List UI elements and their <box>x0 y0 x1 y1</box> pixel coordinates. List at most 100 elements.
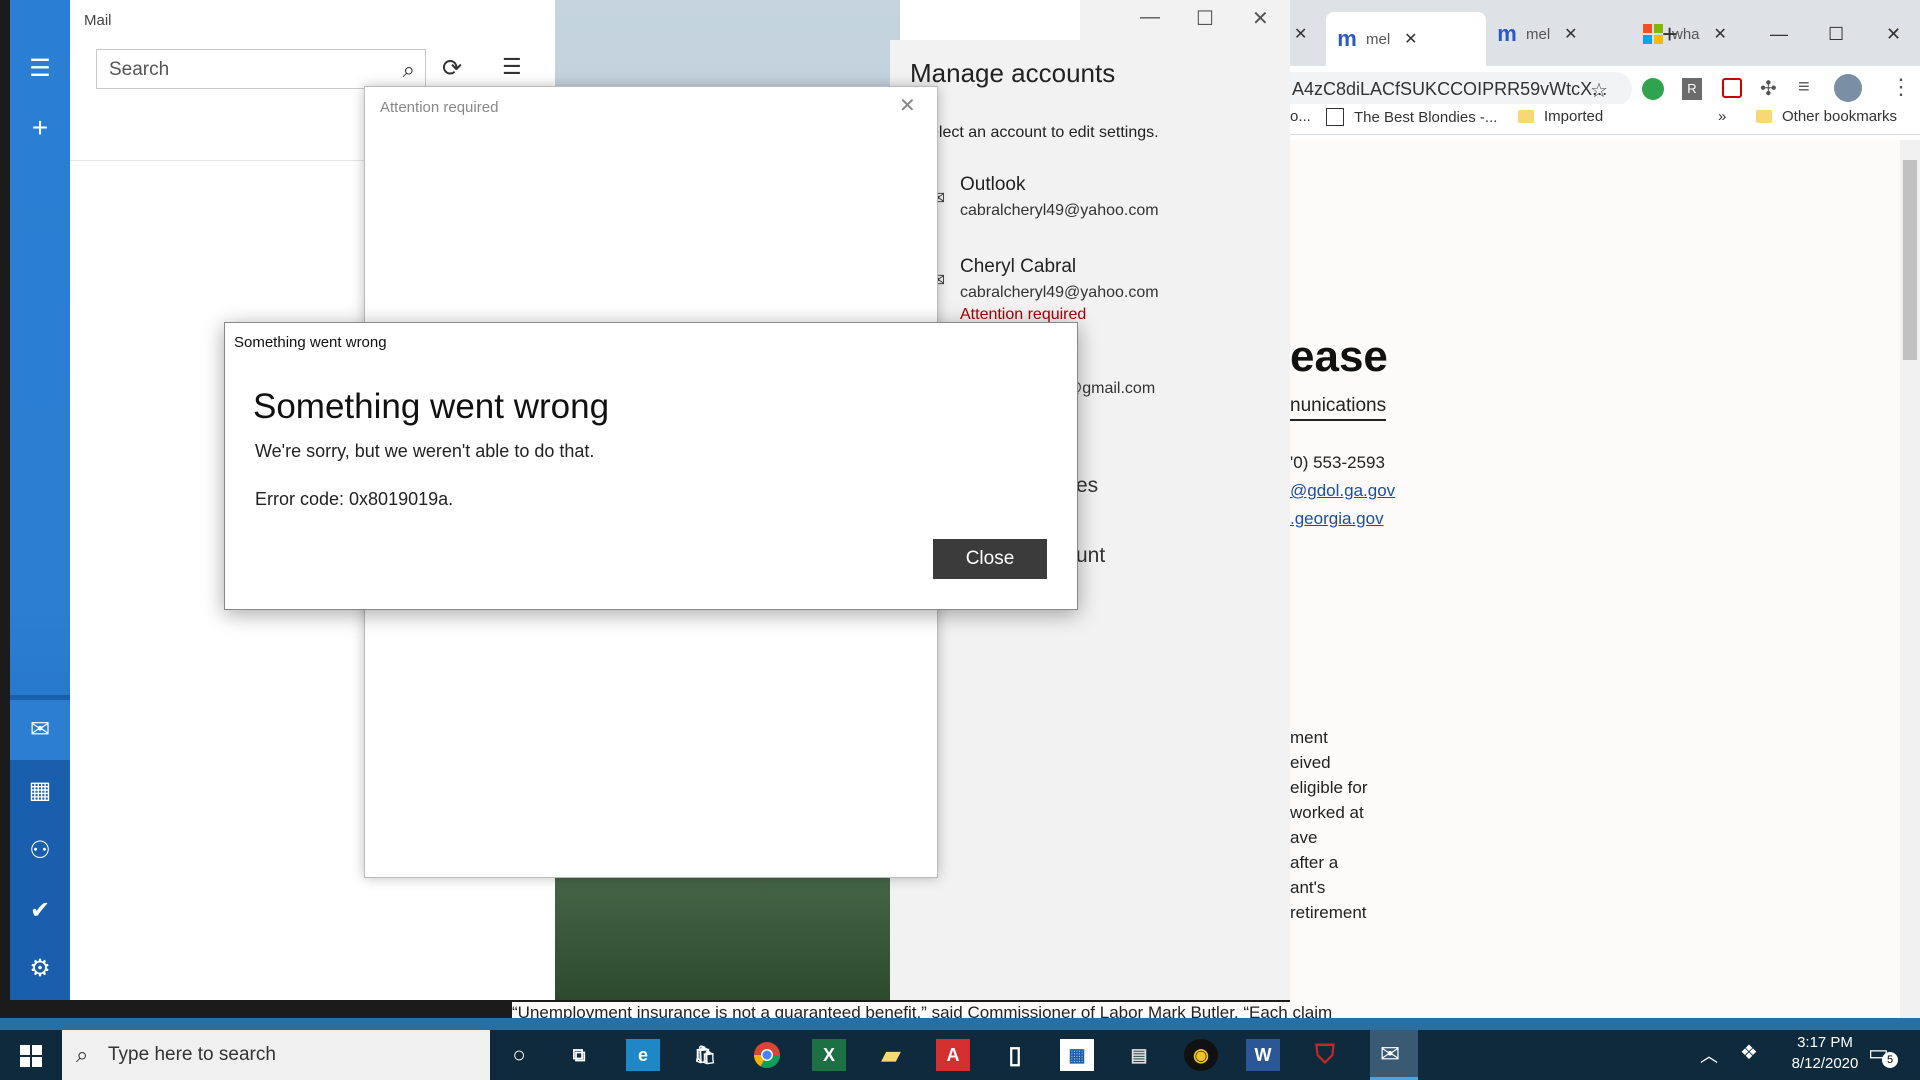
minimize-icon[interactable]: — <box>1140 6 1160 29</box>
bookmark-item[interactable]: o... <box>1290 108 1311 125</box>
app-yellow-icon[interactable]: ◉ <box>1184 1039 1218 1071</box>
folder-icon <box>1518 110 1534 123</box>
desktop-strip <box>0 1018 1920 1030</box>
panel-item-partial[interactable]: es <box>1076 474 1098 498</box>
bookmark-folder-imported[interactable]: Imported <box>1518 108 1603 125</box>
m-favicon-icon: m <box>1337 26 1357 51</box>
mail-search-input[interactable]: Search ⌕ <box>96 49 426 89</box>
chrome-menu-icon[interactable]: ⋮ <box>1890 74 1912 100</box>
chrome-tab-active[interactable]: m mel ✕ <box>1326 12 1486 66</box>
maximize-icon[interactable]: ☐ <box>1828 12 1844 56</box>
contact-website-link[interactable]: .georgia.gov <box>1290 509 1384 529</box>
press-subheading: nunications <box>1290 395 1387 421</box>
filter-list-icon[interactable]: ☰ <box>502 54 522 80</box>
account-email: cabralcheryl49@yahoo.com <box>960 284 1159 301</box>
taskbar: ⌕ Type here to search ○ ⧉ e 🛍 X ▰ A ▯ ▦ … <box>0 1030 1920 1080</box>
panel-item-partial[interactable]: unt <box>1076 544 1105 568</box>
sync-icon[interactable]: ⟳ <box>442 54 462 83</box>
evernote-icon[interactable] <box>1642 78 1664 100</box>
settings-gear-icon[interactable]: ⚙ <box>10 954 70 983</box>
search-placeholder: Search <box>109 59 170 80</box>
chrome-app-icon[interactable] <box>750 1039 784 1071</box>
mail-nav-rail: ☰ + ✉ ▦ ⚇ ✔ ⚙ <box>10 0 70 1000</box>
tab-close-icon[interactable]: ✕ <box>1564 24 1577 44</box>
new-tab-button[interactable]: + <box>1662 12 1677 56</box>
bookmarks-overflow-button[interactable]: » <box>1718 108 1726 125</box>
action-center-button[interactable]: ▭ 5 <box>1868 1038 1902 1072</box>
tab-close-icon[interactable]: ✕ <box>1404 29 1417 49</box>
body-text-line: eligible for <box>1290 778 1368 797</box>
task-view-icon[interactable]: ⧉ <box>562 1039 596 1071</box>
hamburger-menu-icon[interactable]: ☰ <box>10 54 70 83</box>
error-code: Error code: 0x8019019a. <box>255 489 454 509</box>
bookmarks-bar: o... The Best Blondies -... Imported » O… <box>1290 104 1920 135</box>
show-hidden-icons-chevron-icon[interactable]: ︿ <box>1700 1042 1718 1068</box>
page-icon <box>1326 108 1344 126</box>
acrobat-app-icon[interactable]: A <box>936 1039 970 1071</box>
people-icon[interactable]: ⚇ <box>10 836 70 865</box>
chrome-window: ✕ m mel ✕ m mel ✕ wha ✕ + — ☐ ✕ A4zC8diL… <box>1290 0 1920 1018</box>
tab-label: mel <box>1526 25 1551 43</box>
folder-icon <box>1756 110 1772 123</box>
account-name: Cheryl Cabral <box>960 256 1077 277</box>
pocket-icon[interactable] <box>1722 78 1742 98</box>
extension-r-icon[interactable]: R <box>1682 78 1702 100</box>
maximize-icon[interactable]: ☐ <box>1196 6 1214 31</box>
windows-logo-icon <box>20 1045 42 1067</box>
excel-app-icon[interactable]: X <box>812 1039 846 1071</box>
avatar[interactable] <box>1834 74 1862 102</box>
body-text-line: ant's <box>1290 878 1326 897</box>
minimize-icon[interactable]: — <box>1770 12 1788 56</box>
tab-close-icon[interactable]: ✕ <box>1714 24 1727 44</box>
bookmark-folder-other[interactable]: Other bookmarks <box>1756 108 1897 125</box>
start-button[interactable] <box>0 1030 62 1080</box>
chrome-tab[interactable]: m mel ✕ <box>1490 12 1626 56</box>
todo-check-icon[interactable]: ✔ <box>10 896 70 925</box>
close-window-icon[interactable]: ✕ <box>1252 6 1269 31</box>
mail-window-controls: — ☐ ✕ <box>1080 0 1290 40</box>
calculator-app-icon[interactable]: ▤ <box>1122 1039 1156 1071</box>
mail-taskbar-button[interactable]: ✉ <box>1370 1030 1418 1080</box>
tab-close-icon[interactable]: ✕ <box>1294 24 1307 44</box>
close-icon[interactable]: ✕ <box>899 93 916 118</box>
overflow-chevron-icon: » <box>1718 108 1727 125</box>
contact-email-link[interactable]: @gdol.ga.gov <box>1290 481 1395 501</box>
word-app-icon[interactable]: W <box>1246 1039 1280 1071</box>
dropbox-icon[interactable]: ❖ <box>1740 1040 1758 1065</box>
file-explorer-icon[interactable]: ▰ <box>874 1039 908 1071</box>
search-icon[interactable]: ⌕ <box>403 50 415 90</box>
new-mail-plus-icon[interactable]: + <box>10 112 70 144</box>
edge-app-icon[interactable]: e <box>626 1039 660 1071</box>
scrollbar-thumb[interactable] <box>1903 160 1917 360</box>
media-control-icon[interactable]: ≡ <box>1798 76 1810 99</box>
address-bar[interactable]: A4zC8diLACfSUKCCOIPRR59vWtcX... <box>1290 72 1632 106</box>
close-button[interactable]: Close <box>933 539 1047 579</box>
contact-phone: '0) 553-2593 <box>1290 453 1385 472</box>
body-text-line: after a <box>1290 853 1339 872</box>
body-text-line: worked at <box>1290 803 1364 822</box>
taskbar-search-box[interactable]: ⌕ Type here to search <box>62 1030 490 1080</box>
chrome-tab[interactable]: ✕ <box>1294 12 1307 56</box>
store-icon[interactable]: 🛍 <box>688 1039 722 1071</box>
mail-app-title: Mail <box>84 12 112 29</box>
bookmark-label: Other bookmarks <box>1782 108 1898 125</box>
chrome-tab-strip: ✕ m mel ✕ m mel ✕ wha ✕ + — ☐ ✕ <box>1290 0 1920 66</box>
press-heading: ease <box>1290 332 1388 381</box>
cortana-icon[interactable]: ○ <box>502 1039 536 1071</box>
account-email-partial: @gmail.com <box>1066 380 1156 397</box>
microsoft-logo-icon <box>1642 23 1664 45</box>
star-icon[interactable]: ☆ <box>1590 78 1608 103</box>
document-app-icon[interactable]: ▯ <box>998 1039 1032 1071</box>
mail-icon[interactable]: ✉ <box>10 700 70 760</box>
account-item-outlook[interactable]: ✉ Outlook cabralcheryl49@yahoo.com <box>930 174 1290 238</box>
close-window-icon[interactable]: ✕ <box>1886 12 1901 56</box>
calendar-app-icon[interactable]: ▦ <box>1060 1039 1094 1071</box>
bookmark-label: The Best Blondies -... <box>1354 108 1498 126</box>
clock[interactable]: 3:17 PM 8/12/2020 <box>1770 1034 1880 1072</box>
mcafee-app-icon[interactable]: ⛉ <box>1308 1039 1342 1071</box>
bookmark-item[interactable]: The Best Blondies -... <box>1326 108 1497 126</box>
calendar-icon[interactable]: ▦ <box>10 776 70 805</box>
chrome-tab[interactable]: wha ✕ <box>1636 12 1772 56</box>
extensions-puzzle-icon[interactable]: ✣ <box>1760 76 1777 101</box>
body-text-line: eived <box>1290 753 1331 772</box>
